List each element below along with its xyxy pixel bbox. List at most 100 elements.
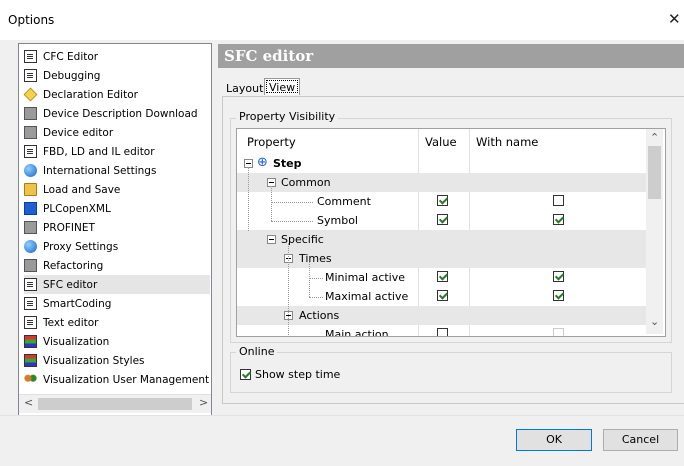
smartcoding-icon bbox=[24, 297, 37, 310]
tab-layout[interactable]: Layout bbox=[222, 80, 267, 97]
column-header-value[interactable]: Value bbox=[425, 129, 457, 154]
scroll-left-icon[interactable]: < bbox=[24, 396, 33, 409]
tree-item-label: SmartCoding bbox=[43, 297, 112, 310]
row-label: Main action bbox=[325, 328, 389, 337]
column-header-property[interactable]: Property bbox=[247, 129, 296, 154]
maximal-active-value-checkbox[interactable] bbox=[437, 290, 448, 301]
symbol-with-name-checkbox[interactable] bbox=[553, 214, 564, 225]
tree-item-refactoring[interactable]: Refactoring bbox=[24, 256, 210, 275]
show-step-time-option[interactable]: Show step time bbox=[240, 368, 340, 381]
declaration-editor-icon bbox=[23, 87, 38, 102]
symbol-value-checkbox[interactable] bbox=[437, 214, 448, 225]
grid-row-maximal-active[interactable]: Maximal active bbox=[237, 287, 647, 306]
tree-item-visualization[interactable]: Visualization bbox=[24, 332, 210, 351]
sfc-editor-icon bbox=[24, 278, 37, 291]
property-grid-scrollbar[interactable]: ⌃ ⌄ bbox=[646, 129, 663, 334]
tree-item-international-settings[interactable]: International Settings bbox=[24, 161, 210, 180]
scroll-down-icon[interactable]: ⌄ bbox=[650, 315, 659, 328]
tree-item-label: Debugging bbox=[43, 69, 101, 82]
grid-row-common[interactable]: Common bbox=[237, 173, 647, 192]
panel-title: SFC editor bbox=[224, 47, 314, 65]
property-visibility-title: Property Visibility bbox=[236, 110, 339, 123]
tree-item-profinet[interactable]: PROFINET bbox=[24, 218, 210, 237]
tree-item-visualization-user-management[interactable]: Visualization User Management bbox=[24, 370, 210, 389]
grid-row-main-action[interactable]: Main action bbox=[237, 325, 647, 337]
users-icon bbox=[24, 373, 37, 386]
tree-item-label: PLCopenXML bbox=[43, 202, 111, 215]
tree-guide-line bbox=[309, 297, 323, 298]
device-description-icon bbox=[24, 107, 37, 120]
tree-item-device-editor[interactable]: Device editor bbox=[24, 123, 210, 142]
tree-item-label: PROFINET bbox=[43, 221, 95, 234]
device-editor-icon bbox=[24, 126, 37, 139]
tree-item-visualization-styles[interactable]: Visualization Styles bbox=[24, 351, 210, 370]
row-label: Maximal active bbox=[325, 290, 409, 303]
text-editor-icon bbox=[24, 316, 37, 329]
tree-item-load-and-save[interactable]: Load and Save bbox=[24, 180, 210, 199]
footer-separator bbox=[0, 415, 684, 416]
tree-item-label: Visualization User Management bbox=[43, 373, 210, 386]
tree-item-fbd-ld-il-editor[interactable]: FBD, LD and IL editor bbox=[24, 142, 210, 161]
show-step-time-checkbox[interactable] bbox=[240, 369, 251, 380]
tree-item-label: Text editor bbox=[43, 316, 99, 329]
collapse-icon[interactable] bbox=[267, 235, 276, 244]
globe-icon bbox=[24, 164, 37, 177]
debugging-icon bbox=[24, 69, 37, 82]
grid-row-step[interactable]: ⊕ Step bbox=[237, 154, 647, 173]
row-label: Step bbox=[273, 157, 302, 170]
tree-item-label: Visualization Styles bbox=[43, 354, 145, 367]
tree-guide-line bbox=[248, 167, 249, 231]
column-header-with-name[interactable]: With name bbox=[476, 129, 538, 154]
tree-horizontal-scrollbar[interactable]: < > bbox=[19, 394, 211, 413]
row-label: Symbol bbox=[317, 214, 358, 227]
tree-item-declaration-editor[interactable]: Declaration Editor bbox=[23, 85, 210, 104]
scroll-thumb[interactable] bbox=[38, 398, 192, 410]
tree-item-sfc-editor[interactable]: SFC editor bbox=[24, 275, 210, 294]
fbd-editor-icon bbox=[24, 145, 37, 158]
tree-guide-line bbox=[271, 221, 313, 222]
property-grid[interactable]: Property Value With name ⊕ Step Common C… bbox=[236, 128, 666, 337]
tree-item-label: FBD, LD and IL editor bbox=[43, 145, 155, 158]
tree-item-cfc-editor[interactable]: CFC Editor bbox=[24, 47, 210, 66]
row-label: Common bbox=[281, 176, 331, 189]
row-label: Times bbox=[299, 252, 332, 265]
scroll-thumb[interactable] bbox=[648, 146, 661, 199]
grid-row-actions[interactable]: Actions bbox=[237, 306, 647, 325]
row-label: Actions bbox=[299, 309, 340, 322]
close-icon[interactable]: ✕ bbox=[668, 10, 681, 28]
tree-item-label: Visualization bbox=[43, 335, 110, 348]
comment-with-name-checkbox[interactable] bbox=[553, 195, 564, 206]
grid-row-minimal-active[interactable]: Minimal active bbox=[237, 268, 647, 287]
refactoring-icon bbox=[24, 259, 37, 272]
grid-row-times[interactable]: Times bbox=[237, 249, 647, 268]
tree-item-label: International Settings bbox=[43, 164, 157, 177]
tree-item-smartcoding[interactable]: SmartCoding bbox=[24, 294, 210, 313]
tree-item-label: Device editor bbox=[43, 126, 114, 139]
main-action-value-checkbox[interactable] bbox=[437, 328, 448, 336]
cancel-button[interactable]: Cancel bbox=[603, 429, 678, 451]
tree-item-plcopenxml[interactable]: PLCopenXML bbox=[24, 199, 210, 218]
ok-button[interactable]: OK bbox=[516, 429, 592, 451]
tree-item-label: Refactoring bbox=[43, 259, 104, 272]
comment-value-checkbox[interactable] bbox=[437, 195, 448, 206]
options-category-list[interactable]: CFC Editor Debugging Declaration Editor … bbox=[18, 43, 212, 416]
scroll-right-icon[interactable]: > bbox=[199, 396, 208, 409]
tree-item-proxy-settings[interactable]: Proxy Settings bbox=[24, 237, 210, 256]
maximal-active-with-name-checkbox[interactable] bbox=[553, 290, 564, 301]
tab-view[interactable]: View bbox=[264, 78, 301, 95]
tree-item-device-description-download[interactable]: Device Description Download bbox=[24, 104, 210, 123]
tree-guide-line bbox=[271, 186, 272, 221]
tree-item-label: SFC editor bbox=[43, 278, 98, 291]
minimal-active-with-name-checkbox[interactable] bbox=[553, 271, 564, 282]
main-action-with-name-checkbox[interactable] bbox=[553, 328, 564, 336]
tree-item-debugging[interactable]: Debugging bbox=[24, 66, 210, 85]
tree-guide-line bbox=[288, 243, 289, 335]
tree-item-text-editor[interactable]: Text editor bbox=[24, 313, 210, 332]
online-title: Online bbox=[236, 345, 278, 358]
minimal-active-value-checkbox[interactable] bbox=[437, 271, 448, 282]
proxy-icon bbox=[24, 240, 37, 253]
scroll-up-icon[interactable]: ⌃ bbox=[650, 131, 659, 144]
grid-row-specific[interactable]: Specific bbox=[237, 230, 647, 249]
step-icon: ⊕ bbox=[257, 155, 268, 170]
tree-guide-line bbox=[309, 278, 323, 279]
